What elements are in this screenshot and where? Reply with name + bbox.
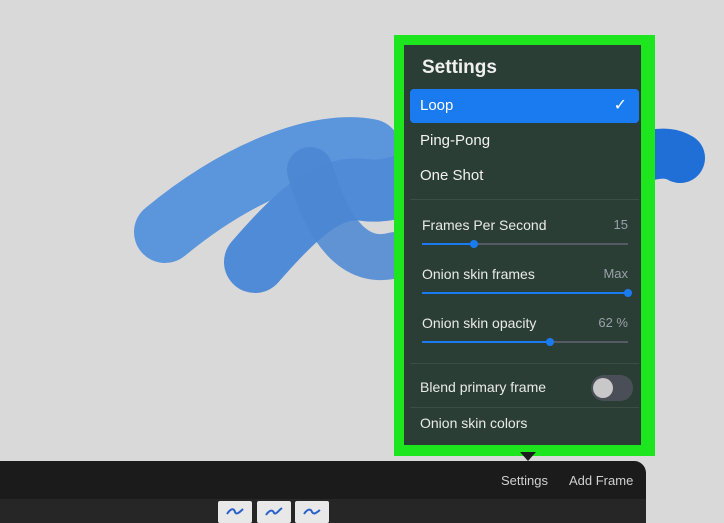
blend-primary-frame-row: Blend primary frame bbox=[420, 375, 633, 401]
toggle-knob bbox=[593, 378, 613, 398]
mode-loop-label: Loop bbox=[420, 97, 454, 114]
divider bbox=[410, 407, 639, 408]
checkmark-icon: ✓ bbox=[613, 97, 627, 114]
onion-frames-fill bbox=[422, 292, 628, 294]
panel-title: Settings bbox=[422, 57, 497, 78]
blend-primary-frame-label: Blend primary frame bbox=[420, 379, 547, 395]
divider bbox=[410, 199, 639, 200]
fps-slider[interactable]: Frames Per Second 15 bbox=[422, 217, 628, 257]
onion-opacity-track[interactable] bbox=[422, 338, 628, 346]
mode-one-shot[interactable]: One Shot bbox=[410, 159, 639, 193]
settings-panel: Settings Loop ✓ Ping-Pong One Shot Frame… bbox=[404, 45, 641, 445]
fps-fill bbox=[422, 243, 474, 245]
mode-ping-pong-label: Ping-Pong bbox=[420, 132, 491, 149]
frame-thumbnail[interactable] bbox=[295, 501, 329, 523]
onion-opacity-fill bbox=[422, 341, 550, 343]
onion-opacity-value: 62 % bbox=[598, 315, 628, 330]
blend-primary-frame-toggle[interactable] bbox=[591, 375, 633, 401]
frame-thumbnail[interactable] bbox=[257, 501, 291, 523]
onion-frames-knob[interactable] bbox=[624, 289, 632, 297]
onion-frames-value: Max bbox=[603, 266, 628, 281]
frame-thumbnail[interactable] bbox=[218, 501, 252, 523]
timeline-settings-button[interactable]: Settings bbox=[501, 473, 548, 488]
onion-frames-slider[interactable]: Onion skin frames Max bbox=[422, 266, 632, 306]
onion-opacity-knob[interactable] bbox=[545, 338, 554, 346]
mode-ping-pong[interactable]: Ping-Pong bbox=[410, 124, 639, 158]
onion-skin-colors[interactable]: Onion skin colors bbox=[420, 415, 527, 431]
onion-opacity-slider[interactable]: Onion skin opacity 62 % bbox=[422, 315, 628, 355]
onion-frames-label: Onion skin frames bbox=[422, 266, 535, 282]
animation-timeline: Settings Add Frame bbox=[0, 461, 646, 523]
stroke-preview-icon bbox=[265, 507, 283, 516]
divider bbox=[410, 363, 639, 364]
stroke-preview-icon bbox=[226, 508, 244, 515]
fps-track[interactable] bbox=[422, 240, 628, 248]
fps-label: Frames Per Second bbox=[422, 217, 547, 233]
fps-knob[interactable] bbox=[469, 240, 478, 248]
popover-pointer bbox=[520, 452, 536, 461]
onion-opacity-label: Onion skin opacity bbox=[422, 315, 537, 331]
mode-loop[interactable]: Loop ✓ bbox=[410, 89, 639, 123]
stroke-preview-icon bbox=[303, 508, 321, 515]
onion-frames-track[interactable] bbox=[422, 289, 632, 297]
fps-value: 15 bbox=[613, 217, 628, 232]
mode-one-shot-label: One Shot bbox=[420, 167, 484, 184]
add-frame-button[interactable]: Add Frame bbox=[569, 473, 633, 488]
